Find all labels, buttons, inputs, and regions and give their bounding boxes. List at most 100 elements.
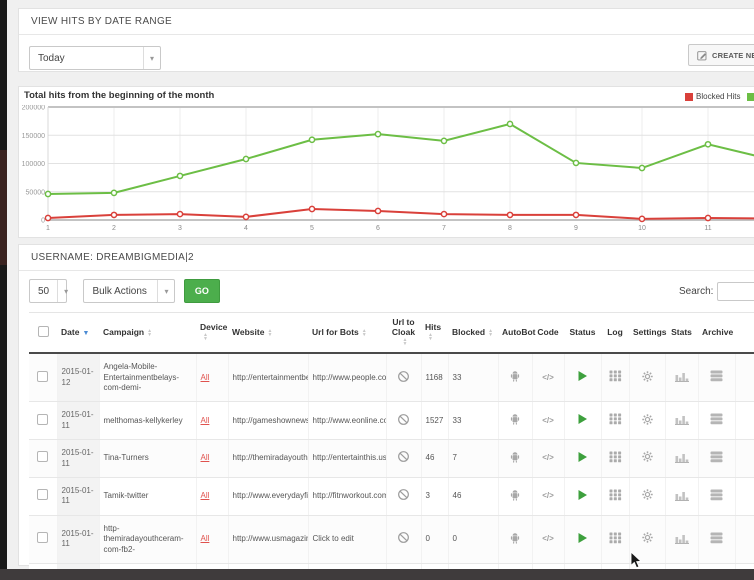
column-header-blocked[interactable]: Blocked▲▼ <box>448 313 498 354</box>
gear-icon[interactable] <box>641 488 654 501</box>
row-checkbox[interactable] <box>37 532 48 543</box>
bar-chart-icon[interactable] <box>675 489 689 501</box>
row-checkbox[interactable] <box>37 451 48 462</box>
page-size-select[interactable]: 50 ▾ <box>29 279 67 303</box>
cell-campaign: http-themiradayouthceram-com-fb2- <box>99 515 196 563</box>
device-link[interactable]: All <box>201 373 210 382</box>
play-icon[interactable] <box>577 532 588 544</box>
row-checkbox[interactable] <box>37 489 48 500</box>
column-label: Stats <box>671 327 692 337</box>
play-icon[interactable] <box>577 370 588 382</box>
ban-circle-icon[interactable] <box>397 531 410 544</box>
column-header-date[interactable]: Date▼ <box>57 313 99 354</box>
bulk-actions-select[interactable]: Bulk Actions ▾ <box>83 279 175 303</box>
archive-icon[interactable] <box>710 489 723 501</box>
gear-icon[interactable] <box>641 370 654 383</box>
device-link[interactable]: All <box>201 534 210 543</box>
cell-select <box>29 478 57 516</box>
sort-icon: ▲▼ <box>267 329 272 337</box>
ban-circle-icon[interactable] <box>397 370 410 383</box>
calendar-grid-icon[interactable] <box>609 489 622 501</box>
row-checkbox[interactable] <box>37 414 48 425</box>
archive-icon[interactable] <box>710 370 723 382</box>
device-link[interactable]: All <box>201 491 210 500</box>
calendar-grid-icon[interactable] <box>609 413 622 425</box>
gear-icon[interactable] <box>641 413 654 426</box>
column-header-url_for_bots[interactable]: Url for Bots▲▼ <box>308 313 386 354</box>
calendar-grid-icon[interactable] <box>609 451 622 463</box>
column-header-campaign[interactable]: Campaign▲▼ <box>99 313 196 354</box>
ban-circle-icon[interactable] <box>397 450 410 463</box>
create-campaign-button[interactable]: CREATE NEW CAMPAIGN <box>688 44 754 66</box>
cell-website: http://themiradayouthser... <box>228 440 308 478</box>
column-header-website[interactable]: Website▲▼ <box>228 313 308 354</box>
device-link[interactable]: All <box>201 416 210 425</box>
archive-icon[interactable] <box>710 451 723 463</box>
chart-title: Total hits from the beginning of the mon… <box>24 90 214 101</box>
search-input[interactable] <box>717 282 754 301</box>
column-label: Hits <box>425 322 441 332</box>
date-range-select[interactable]: Today ▾ <box>29 46 161 70</box>
row-checkbox[interactable] <box>37 371 48 382</box>
chevron-down-icon: ▾ <box>143 47 160 69</box>
ban-circle-icon[interactable] <box>397 488 410 501</box>
bar-chart-icon[interactable] <box>675 451 689 463</box>
column-header-device[interactable]: Device▲▼ <box>196 313 228 354</box>
cell-device: All <box>196 515 228 563</box>
svg-text:10: 10 <box>638 225 646 232</box>
cell-code: </> <box>532 402 564 440</box>
cell-extra <box>735 402 754 440</box>
android-robot-icon[interactable] <box>508 369 522 383</box>
device-link[interactable]: All <box>201 453 210 462</box>
svg-text:11: 11 <box>704 225 711 232</box>
ban-circle-icon[interactable] <box>397 413 410 426</box>
archive-icon[interactable] <box>710 532 723 544</box>
cell-date: 2015-01-11 <box>57 478 99 516</box>
cell-device: All <box>196 353 228 402</box>
code-icon[interactable]: </> <box>542 453 554 462</box>
column-label: Status <box>570 327 596 337</box>
edit-pencil-icon <box>697 50 708 61</box>
svg-text:1: 1 <box>46 225 50 232</box>
cell-date: 2015-01-11 <box>57 440 99 478</box>
android-robot-icon[interactable] <box>508 531 522 545</box>
column-label: Settings <box>633 327 667 337</box>
chart-panel: Total hits from the beginning of the mon… <box>18 86 754 238</box>
bar-chart-icon[interactable] <box>675 370 689 382</box>
android-robot-icon[interactable] <box>508 488 522 502</box>
column-label: AutoBot <box>502 327 536 337</box>
gear-icon[interactable] <box>641 531 654 544</box>
android-robot-icon[interactable] <box>508 412 522 426</box>
code-icon[interactable]: </> <box>542 373 554 382</box>
play-icon[interactable] <box>577 451 588 463</box>
cell-website: http://www.everydayfitnes... <box>228 478 308 516</box>
code-icon[interactable]: </> <box>542 534 554 543</box>
bar-chart-icon[interactable] <box>675 413 689 425</box>
code-icon[interactable]: </> <box>542 416 554 425</box>
select-all-checkbox[interactable] <box>38 326 49 337</box>
cell-campaign: Tamik-twitter <box>99 478 196 516</box>
column-header-url_to_cloak[interactable]: Url to Cloak▲▼ <box>386 313 421 354</box>
cell-device: All <box>196 478 228 516</box>
go-button[interactable]: GO <box>184 279 220 303</box>
code-icon[interactable]: </> <box>542 491 554 500</box>
bar-chart-icon[interactable] <box>675 532 689 544</box>
play-icon[interactable] <box>577 489 588 501</box>
sort-desc-icon: ▼ <box>82 330 89 337</box>
android-robot-icon[interactable] <box>508 450 522 464</box>
bots-url: http://www.eonline.com/n... <box>313 416 387 425</box>
mouse-cursor <box>630 551 643 569</box>
bots-url: http://fitnworkout.com/ <box>313 491 387 500</box>
calendar-grid-icon[interactable] <box>609 532 622 544</box>
chevron-down-icon: ▾ <box>157 280 174 302</box>
archive-icon[interactable] <box>710 413 723 425</box>
gear-icon[interactable] <box>641 450 654 463</box>
calendar-grid-icon[interactable] <box>609 370 622 382</box>
cell-archive <box>698 353 735 402</box>
cell-status <box>564 440 601 478</box>
cell-device: All <box>196 402 228 440</box>
play-icon[interactable] <box>577 413 588 425</box>
bots-url[interactable]: Click to edit <box>313 534 354 543</box>
column-header-hits[interactable]: Hits▲▼ <box>421 313 448 354</box>
cell-blocked: 33 <box>448 402 498 440</box>
